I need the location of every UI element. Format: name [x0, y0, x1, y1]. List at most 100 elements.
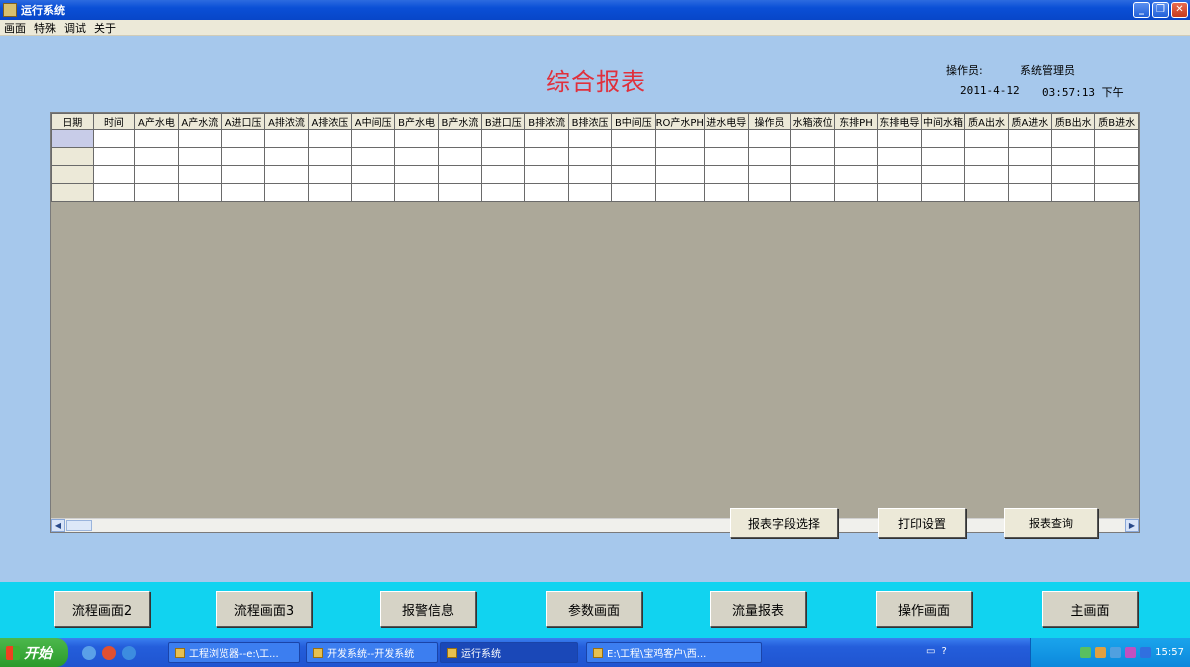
column-header[interactable]: 东排电导 — [876, 113, 922, 130]
table-cell[interactable] — [833, 129, 878, 148]
table-cell[interactable] — [833, 183, 878, 202]
table-cell[interactable] — [703, 129, 749, 148]
table-cell[interactable] — [876, 129, 922, 148]
table-cell[interactable] — [1007, 129, 1053, 148]
task-explorer-folder[interactable]: E:\工程\宝鸡客户\西... — [586, 642, 762, 663]
column-header[interactable]: 中间水箱 — [920, 113, 966, 130]
table-cell[interactable] — [964, 147, 1009, 166]
report-grid[interactable]: 日期 时间 A产水电 A产水流 A进口压 A排浓流 A排浓压 A中间压 B产水电 B产水流 B进口压… — [50, 112, 1140, 533]
table-cell[interactable] — [833, 147, 878, 166]
column-header[interactable]: A排浓流 — [264, 113, 309, 130]
column-header[interactable]: B排浓流 — [524, 113, 569, 130]
table-cell[interactable] — [790, 183, 835, 202]
table-cell[interactable] — [437, 183, 483, 202]
table-cell[interactable] — [351, 147, 396, 166]
table-cell[interactable] — [920, 129, 966, 148]
table-cell[interactable] — [481, 183, 526, 202]
table-cell[interactable] — [611, 183, 656, 202]
table-cell[interactable] — [1007, 165, 1053, 184]
report-query-button[interactable]: 报表查询 — [1004, 508, 1098, 538]
nav-flow-3-button[interactable]: 流程画面3 — [216, 591, 312, 627]
column-header[interactable]: B中间压 — [611, 113, 656, 130]
table-cell[interactable] — [747, 183, 792, 202]
table-cell[interactable] — [1007, 147, 1053, 166]
table-cell[interactable] — [351, 183, 396, 202]
task-runtime-system[interactable]: 运行系统 — [440, 642, 578, 663]
horizontal-scrollbar[interactable]: ◀ ▶ — [51, 518, 1139, 532]
keyboard-icon[interactable]: ▭ — [926, 646, 935, 657]
row-header-cell[interactable] — [51, 165, 94, 184]
row-header-cell[interactable] — [51, 183, 94, 202]
menu-screen[interactable]: 画面 — [4, 20, 26, 36]
nav-operation-button[interactable]: 操作画面 — [876, 591, 972, 627]
table-cell[interactable] — [964, 165, 1009, 184]
tray-security-icon[interactable] — [1125, 647, 1137, 658]
table-cell[interactable] — [964, 183, 1009, 202]
restore-button[interactable]: ❐ — [1152, 2, 1169, 18]
scroll-right-icon[interactable]: ▶ — [1125, 519, 1139, 532]
table-cell[interactable] — [351, 165, 396, 184]
table-cell[interactable] — [833, 165, 878, 184]
row-header-cell[interactable] — [51, 129, 94, 148]
table-cell[interactable] — [220, 147, 266, 166]
table-cell[interactable] — [92, 147, 136, 166]
table-cell[interactable] — [134, 165, 179, 184]
table-cell[interactable] — [747, 165, 792, 184]
table-cell[interactable] — [134, 147, 179, 166]
column-header[interactable]: 日期 — [51, 113, 94, 130]
table-cell[interactable] — [524, 147, 569, 166]
nav-flow-2-button[interactable]: 流程画面2 — [54, 591, 150, 627]
table-cell[interactable] — [964, 129, 1009, 148]
table-cell[interactable] — [1051, 183, 1096, 202]
table-cell[interactable] — [220, 129, 266, 148]
table-cell[interactable] — [1094, 147, 1139, 166]
table-cell[interactable] — [92, 165, 136, 184]
column-header[interactable]: B进口压 — [481, 113, 526, 130]
table-cell[interactable] — [351, 129, 396, 148]
column-header[interactable]: A产水流 — [177, 113, 222, 130]
table-cell[interactable] — [264, 129, 309, 148]
table-cell[interactable] — [1094, 129, 1139, 148]
nav-alarm-button[interactable]: 报警信息 — [380, 591, 476, 627]
nav-params-button[interactable]: 参数画面 — [546, 591, 642, 627]
tray-app-icon[interactable] — [1095, 647, 1107, 658]
table-cell[interactable] — [394, 129, 439, 148]
table-cell[interactable] — [567, 165, 613, 184]
table-cell[interactable] — [437, 129, 483, 148]
table-cell[interactable] — [92, 183, 136, 202]
table-cell[interactable] — [524, 183, 569, 202]
start-button[interactable]: 开始 — [0, 638, 68, 667]
column-header[interactable]: 质B进水 — [1094, 113, 1139, 130]
table-cell[interactable] — [437, 165, 483, 184]
column-header[interactable]: 质B出水 — [1051, 113, 1096, 130]
table-cell[interactable] — [264, 165, 309, 184]
table-cell[interactable] — [747, 147, 792, 166]
column-header[interactable]: 进水电导 — [703, 113, 749, 130]
table-cell[interactable] — [654, 165, 705, 184]
column-header[interactable]: B排浓压 — [567, 113, 613, 130]
table-cell[interactable] — [611, 147, 656, 166]
table-cell[interactable] — [307, 165, 353, 184]
tray-volume-icon[interactable] — [1110, 647, 1122, 658]
column-header[interactable]: B产水电 — [394, 113, 439, 130]
menu-special[interactable]: 特殊 — [34, 20, 56, 36]
field-select-button[interactable]: 报表字段选择 — [730, 508, 838, 538]
table-cell[interactable] — [481, 129, 526, 148]
table-cell[interactable] — [307, 129, 353, 148]
nav-flow-report-button[interactable]: 流量报表 — [710, 591, 806, 627]
print-setup-button[interactable]: 打印设置 — [878, 508, 966, 538]
column-header[interactable]: 操作员 — [747, 113, 792, 130]
table-cell[interactable] — [394, 183, 439, 202]
table-cell[interactable] — [264, 147, 309, 166]
menu-about[interactable]: 关于 — [94, 20, 116, 36]
table-cell[interactable] — [220, 165, 266, 184]
column-header[interactable]: RO产水PH — [654, 113, 705, 130]
table-cell[interactable] — [876, 183, 922, 202]
table-cell[interactable] — [876, 147, 922, 166]
table-cell[interactable] — [611, 129, 656, 148]
table-cell[interactable] — [481, 147, 526, 166]
column-header[interactable]: A中间压 — [351, 113, 396, 130]
table-cell[interactable] — [790, 147, 835, 166]
table-cell[interactable] — [220, 183, 266, 202]
table-cell[interactable] — [1051, 129, 1096, 148]
